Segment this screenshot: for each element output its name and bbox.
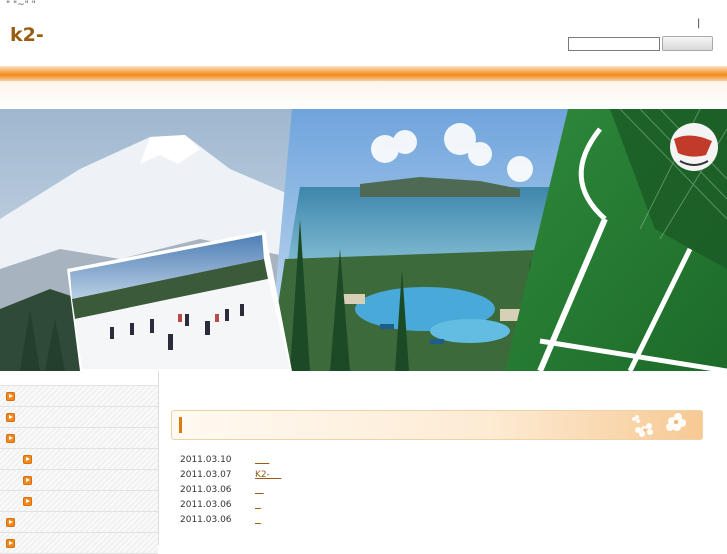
news-list: 2011.03.10 2011.03.07 K2- 2011.03.06 201… <box>180 453 480 528</box>
sidebar-item-1[interactable] <box>0 385 158 407</box>
site-logo[interactable]: k2- <box>10 24 44 46</box>
orange-arrow-bullet-icon <box>6 518 15 527</box>
list-item: 2011.03.06 <box>180 498 480 513</box>
news-date: 2011.03.10 <box>180 455 232 465</box>
list-item: 2011.03.06 <box>180 513 480 528</box>
news-link[interactable] <box>255 498 261 513</box>
sidebar-item-4[interactable] <box>0 512 158 533</box>
list-item: 2011.03.06 <box>180 483 480 498</box>
list-item: 2011.03.07 K2- <box>180 468 480 483</box>
orange-arrow-bullet-icon <box>6 392 15 401</box>
orange-arrow-bullet-icon <box>6 539 15 548</box>
news-date: 2011.03.07 <box>180 470 232 480</box>
sidebar-nav <box>0 371 159 554</box>
news-date: 2011.03.06 <box>180 485 232 495</box>
orange-arrow-bullet-icon <box>23 476 32 485</box>
tagline: " "~" " <box>6 0 36 10</box>
orange-arrow-bullet-icon <box>23 455 32 464</box>
news-link[interactable] <box>255 453 269 468</box>
sidebar-item-3[interactable] <box>0 428 158 449</box>
sidebar-subitem-2[interactable] <box>0 470 158 491</box>
sidebar-subitem-3[interactable] <box>0 491 158 512</box>
search-button[interactable] <box>662 36 713 51</box>
orange-arrow-bullet-icon <box>23 497 32 506</box>
flower-decoration-icon <box>632 413 686 437</box>
content-heading-box <box>171 410 703 440</box>
global-nav-bar <box>0 66 727 81</box>
news-link[interactable] <box>255 483 264 498</box>
orange-arrow-bullet-icon <box>6 413 15 422</box>
sidebar-item-2[interactable] <box>0 407 158 428</box>
news-date: 2011.03.06 <box>180 500 232 510</box>
heading-marker <box>179 417 182 433</box>
list-item: 2011.03.10 <box>180 453 480 468</box>
sidebar-item-5[interactable] <box>0 533 158 554</box>
sub-nav-area <box>0 81 727 109</box>
search-input[interactable] <box>568 37 660 51</box>
top-link-mark[interactable]: | <box>697 18 700 29</box>
hero-banner <box>0 109 727 371</box>
orange-arrow-bullet-icon <box>6 434 15 443</box>
news-link[interactable] <box>255 513 261 528</box>
news-link[interactable]: K2- <box>255 468 281 483</box>
sidebar-subitem-1[interactable] <box>0 449 158 470</box>
news-date: 2011.03.06 <box>180 515 232 525</box>
hero-collage <box>0 109 727 371</box>
